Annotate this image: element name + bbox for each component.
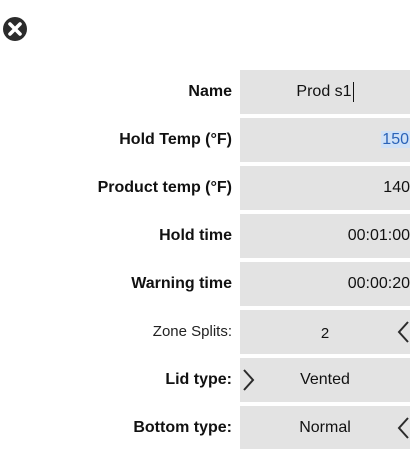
chevron-left-icon[interactable] xyxy=(396,320,410,344)
product-temp-value: 140 xyxy=(383,179,410,196)
hold-time-row: Hold time 00:01:00 xyxy=(0,214,410,258)
warning-time-input[interactable]: 00:00:20 xyxy=(240,262,410,306)
zone-splits-value: 2 xyxy=(320,325,330,342)
zone-splits-row: Zone Splits: 2 xyxy=(0,310,410,354)
warning-time-value: 00:00:20 xyxy=(347,275,410,292)
hold-temp-value: 150 xyxy=(381,131,410,148)
chevron-left-icon[interactable] xyxy=(396,416,410,440)
product-temp-row: Product temp (°F) 140 xyxy=(0,166,410,210)
hold-time-value: 00:01:00 xyxy=(347,227,410,244)
hold-temp-row: Hold Temp (°F) 150 xyxy=(0,118,410,162)
hold-time-label: Hold time xyxy=(159,227,232,244)
bottom-type-value: Normal xyxy=(299,419,351,436)
lid-type-value: Vented xyxy=(300,371,350,388)
warning-time-row: Warning time 00:00:20 xyxy=(0,262,410,306)
lid-type-selector[interactable]: Vented xyxy=(240,358,410,402)
name-input[interactable]: Prod s1 xyxy=(240,70,410,114)
zone-splits-label: Zone Splits: xyxy=(152,323,232,340)
bottom-type-selector[interactable]: Normal xyxy=(240,406,410,449)
bottom-type-label: Bottom type: xyxy=(133,419,232,436)
lid-type-label: Lid type: xyxy=(165,371,232,388)
name-row: Name Prod s1 xyxy=(0,70,410,114)
hold-temp-input[interactable]: 150 xyxy=(240,118,410,162)
text-caret xyxy=(352,81,354,102)
warning-time-label: Warning time xyxy=(131,275,232,292)
bottom-type-row: Bottom type: Normal xyxy=(0,406,410,449)
close-icon[interactable] xyxy=(0,14,30,44)
name-value: Prod s1 xyxy=(296,83,352,100)
chevron-right-icon[interactable] xyxy=(242,368,256,392)
zone-splits-selector[interactable]: 2 xyxy=(240,310,410,354)
hold-temp-label: Hold Temp (°F) xyxy=(119,131,232,148)
hold-time-input[interactable]: 00:01:00 xyxy=(240,214,410,258)
product-temp-input[interactable]: 140 xyxy=(240,166,410,210)
lid-type-row: Lid type: Vented xyxy=(0,358,410,402)
name-label: Name xyxy=(188,83,232,100)
product-temp-label: Product temp (°F) xyxy=(97,179,232,196)
